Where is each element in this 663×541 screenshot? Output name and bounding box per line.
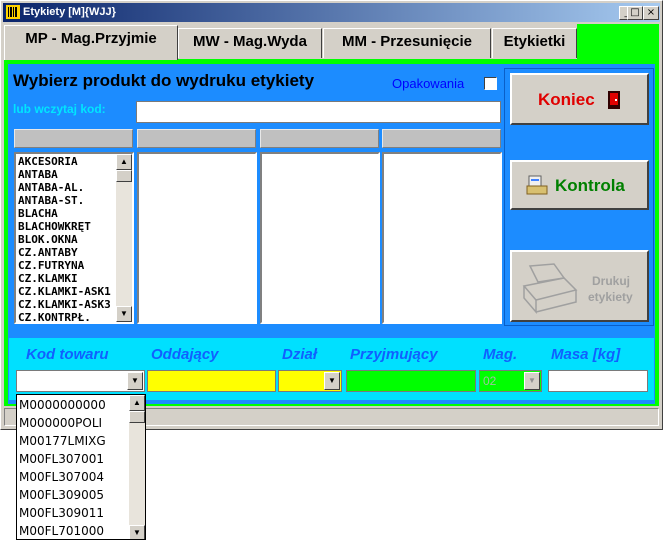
list-item[interactable]: CZ.KONTRPŁ. [16,311,116,322]
chevron-down-icon[interactable]: ▼ [127,372,143,390]
tab-etykietki[interactable]: Etykietki [492,28,577,58]
przyjmujacy-field[interactable] [346,370,476,392]
scanner-icon [526,175,548,195]
scroll-thumb[interactable] [116,170,132,182]
tab-label: MM - Przesunięcie [341,33,473,50]
tab-mm[interactable]: MM - Przesunięcie [323,28,491,58]
code-label: lub wczytaj kod: [13,102,106,116]
drukuj-label-line1: Drukuj [592,274,631,288]
drukuj-label-line2: etykiety [588,290,633,304]
list-item[interactable]: ANTABA-AL. [16,181,116,194]
mag-label: Mag. [483,346,518,363]
kontrola-button[interactable]: Kontrola [510,160,649,210]
chevron-down-icon[interactable]: ▼ [324,372,340,390]
kod-towaru-combo[interactable]: ▼ [16,370,145,392]
tab-label: Etykietki [503,33,566,50]
oddajacy-field[interactable] [147,370,276,392]
product-group-list[interactable]: AKCESORIA ANTABA ANTABA-AL. ANTABA-ST. BLACH… [14,152,134,324]
close-button[interactable]: × [643,6,659,20]
list-item[interactable]: ANTABA [16,168,116,181]
dropdown-item[interactable]: M00FL309005 [17,486,127,504]
barcode-app-icon [6,5,20,19]
dzial-label: Dział [282,346,318,363]
list-item[interactable]: CZ.KLAMKI-ASK3 [16,298,116,311]
mag-value: 02 [483,374,497,388]
column-header-2 [137,129,256,148]
scroll-up-icon[interactable]: ▲ [129,395,145,411]
close-icon: × [646,7,656,18]
list-item[interactable]: AKCESORIA [16,155,116,168]
product-list-scrollbar[interactable]: ▲ ▼ [116,154,132,322]
opakowania-label: Opakowania [392,76,465,91]
tab-label: MP - Mag.Przyjmie [25,30,157,47]
code-input[interactable] [136,101,501,123]
przyjmujacy-label: Przyjmujący [350,346,438,363]
kontrola-label: Kontrola [555,176,625,195]
product-list-3[interactable] [260,152,380,324]
dropdown-item[interactable]: M00FL307004 [17,468,127,486]
dropdown-scrollbar[interactable]: ▲ ▼ [129,395,145,539]
window-title: Etykiety [M]{WJJ} [23,6,116,18]
list-item[interactable]: CZ.KLAMKI [16,272,116,285]
kod-towaru-dropdown-list[interactable]: M0000000000 M000000POLI M00177LMIXG M00FL30… [16,394,146,540]
red-door-icon [608,91,620,109]
dropdown-item[interactable]: M00FL307001 [17,450,127,468]
maximize-button[interactable]: □ [627,6,643,20]
dropdown-item[interactable]: M00FL701000 [17,522,127,539]
list-item[interactable]: CZ.KLAMKI-ASK1 [16,285,116,298]
dzial-combo[interactable]: ▼ [278,370,342,392]
masa-label: Masa [kg] [551,346,621,363]
maximize-icon: □ [630,7,640,18]
list-item[interactable]: CZ.ANTABY [16,246,116,259]
column-header-4 [382,129,501,148]
list-item[interactable]: BLACHA [16,207,116,220]
scroll-thumb[interactable] [129,411,145,423]
kod-towaru-label: Kod towaru [26,346,109,363]
column-header-3 [260,129,379,148]
mag-combo[interactable]: 02 ▼ [479,370,542,392]
list-item[interactable]: BLOK.OKNA [16,233,116,246]
page-heading: Wybierz produkt do wydruku etykiety [13,71,315,90]
tab-mp[interactable]: MP - Mag.Przyjmie [4,25,178,60]
tab-strip-fill [577,24,659,61]
scroll-down-icon[interactable]: ▼ [129,525,145,539]
tab-mw[interactable]: MW - Mag.Wyda [178,28,322,58]
chevron-down-icon[interactable]: ▼ [524,372,540,390]
oddajacy-label: Oddający [151,346,219,363]
dropdown-item[interactable]: M00FL309011 [17,504,127,522]
printer-icon [522,263,578,314]
dropdown-item[interactable]: M00177LMIXG [17,432,127,450]
column-header-1 [14,129,133,148]
masa-field[interactable] [548,370,648,392]
scroll-up-icon[interactable]: ▲ [116,154,132,170]
koniec-label: Koniec [538,90,595,109]
dropdown-item[interactable]: M0000000000 [17,396,127,414]
list-item[interactable]: ANTABA-ST. [16,194,116,207]
opakowania-checkbox[interactable] [484,77,497,90]
title-bar[interactable]: Etykiety [M]{WJJ} _ □ × [3,3,660,22]
list-item[interactable]: BLACHOWKRĘT [16,220,116,233]
tab-label: MW - Mag.Wyda [193,33,307,50]
dropdown-item[interactable]: M000000POLI [17,414,127,432]
product-list-4[interactable] [382,152,502,324]
scroll-down-icon[interactable]: ▼ [116,306,132,322]
list-item[interactable]: CZ.FUTRYNA [16,259,116,272]
drukuj-button[interactable]: Drukuj etykiety [510,250,649,322]
product-list-2[interactable] [137,152,257,324]
koniec-button[interactable]: Koniec [510,73,649,125]
